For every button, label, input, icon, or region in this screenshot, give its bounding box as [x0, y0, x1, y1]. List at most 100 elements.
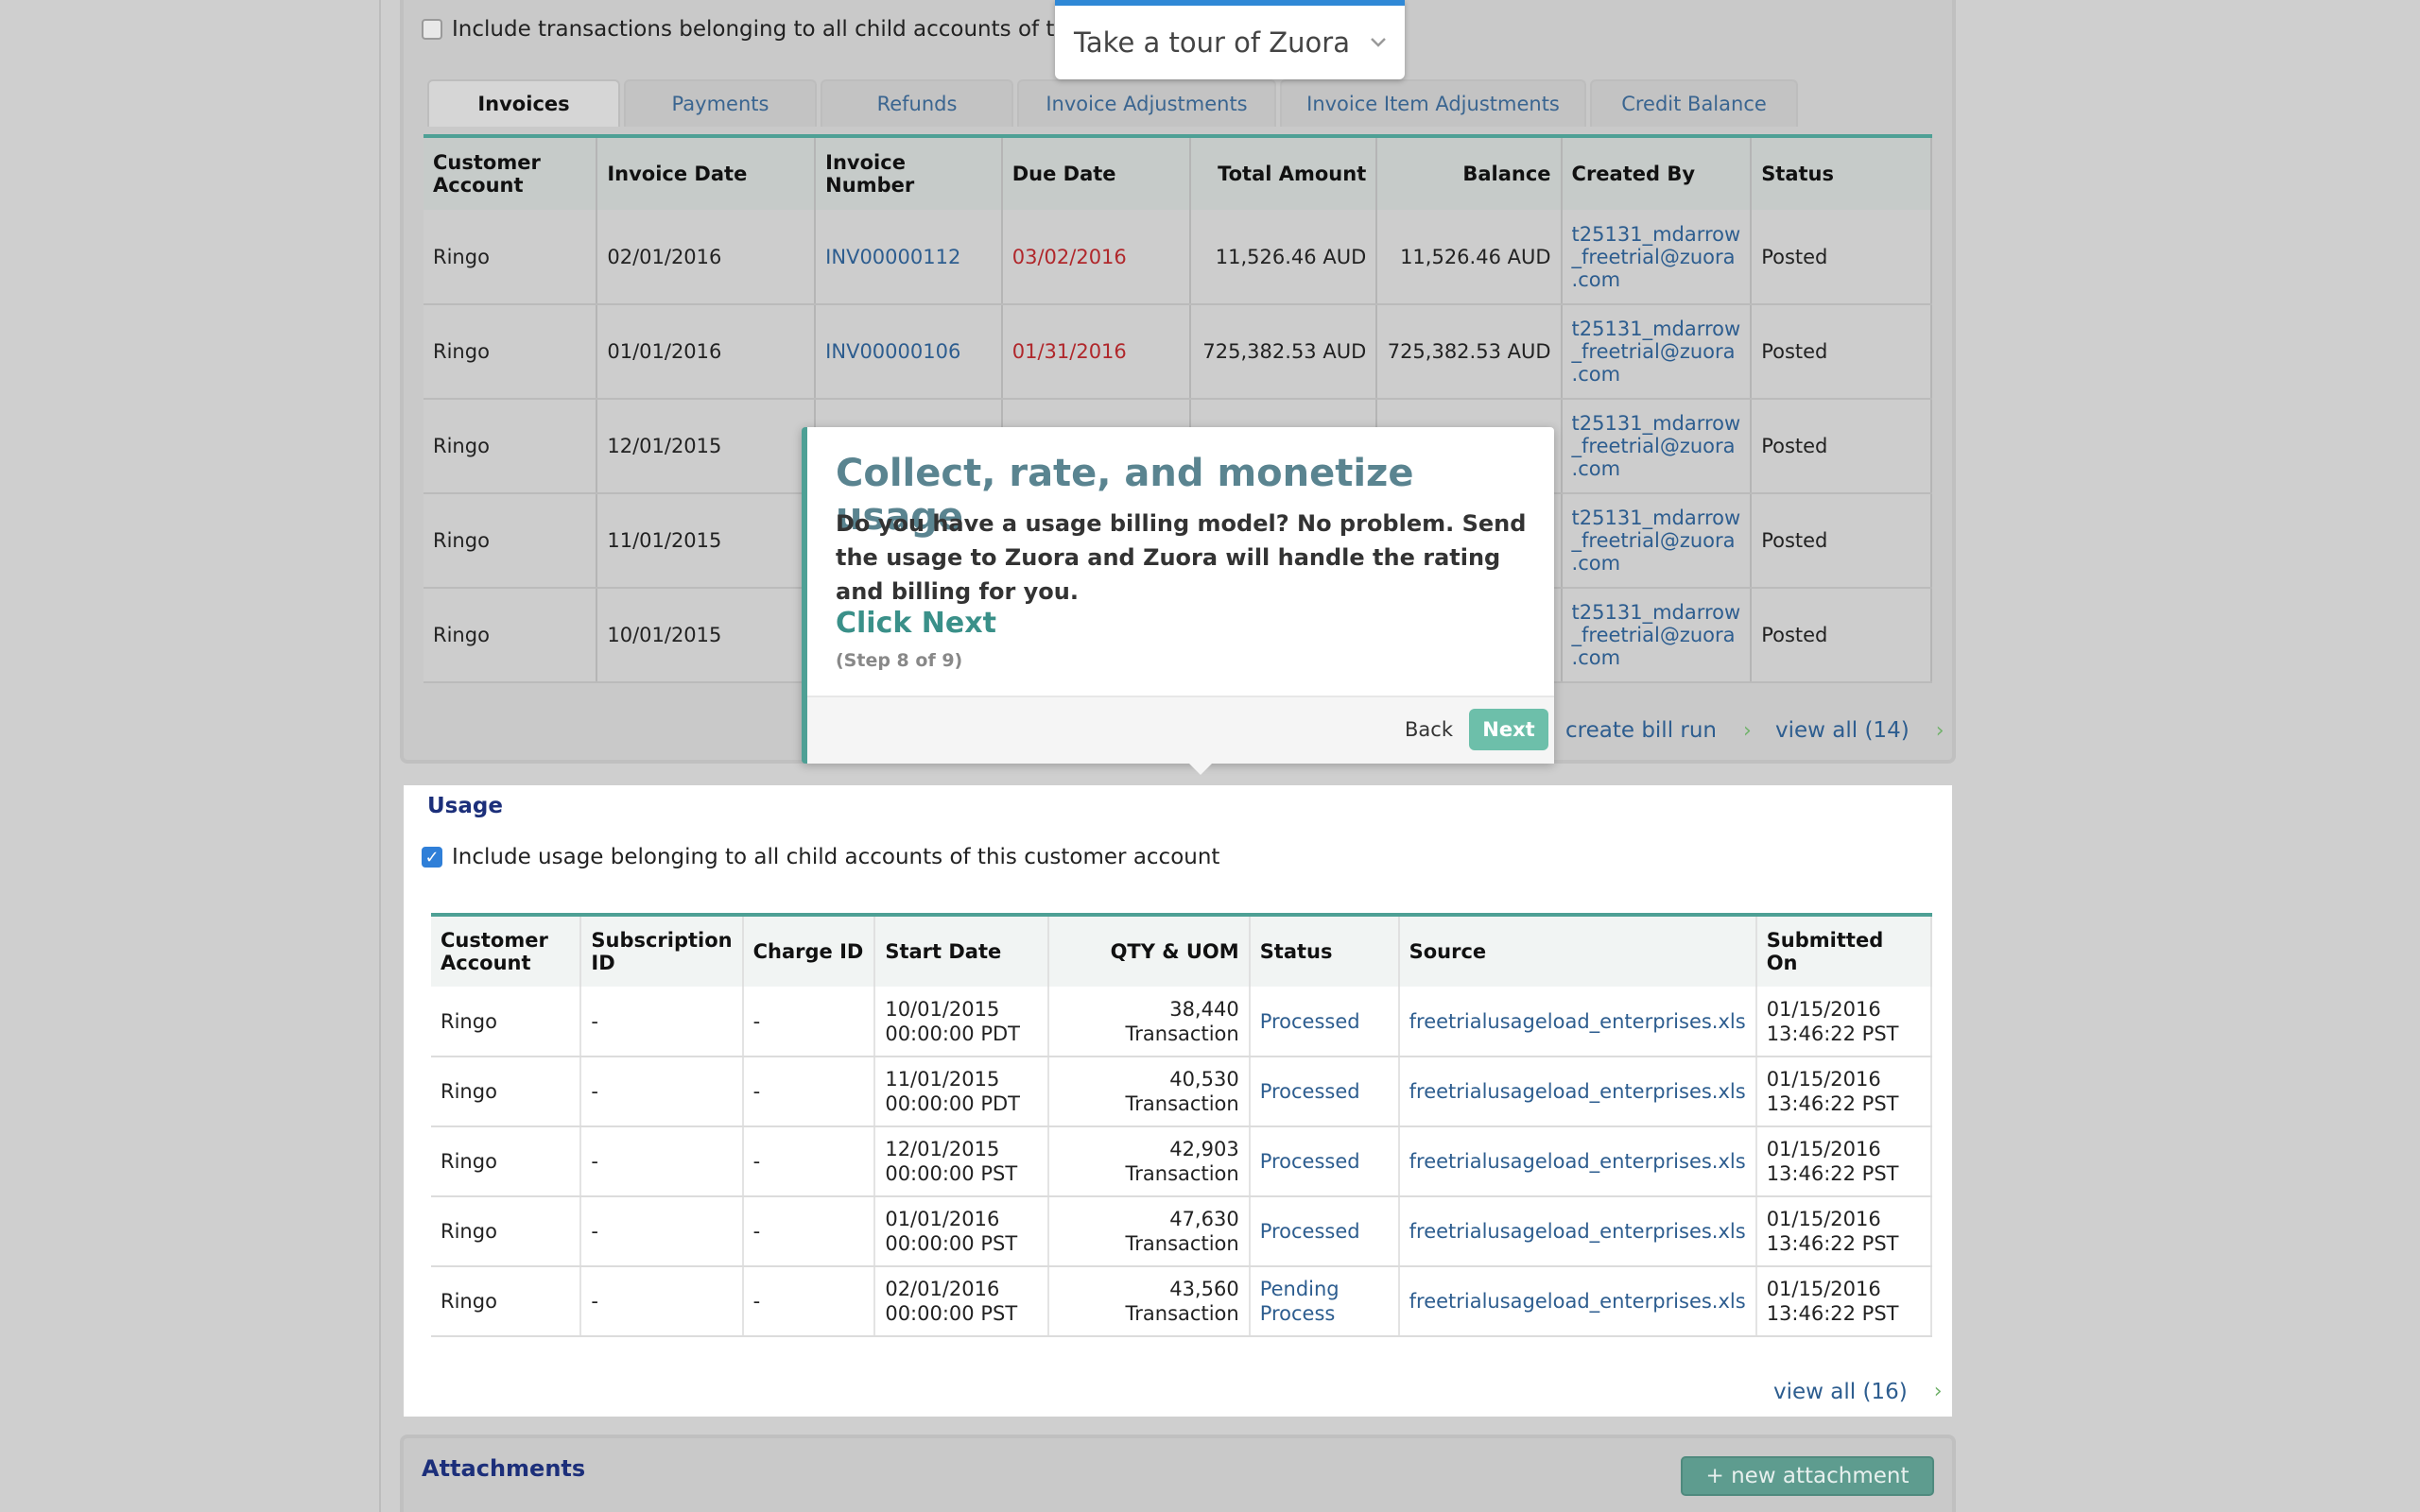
cell-subscription-id: - [580, 1266, 744, 1337]
cell-charge-id: - [742, 1196, 876, 1267]
cell-charge-id: - [742, 1126, 876, 1197]
invoice-number-link[interactable]: INV00000106 [815, 304, 1003, 400]
created-by-link[interactable]: t25131_mdarrow _freetrial@zuora .com [1561, 399, 1753, 494]
col-created-by[interactable]: Created By [1561, 136, 1753, 210]
cell-due-date: 01/31/2016 [1001, 304, 1191, 400]
include-transactions-row: Include transactions belonging to all ch… [422, 17, 1085, 42]
cell-balance: 725,382.53 AUD [1376, 304, 1563, 400]
cell-invoice-date: 01/01/2016 [596, 304, 817, 400]
source-link[interactable]: freetrialusageload_enterprises.xls [1398, 987, 1757, 1057]
usage-table: Customer Account Subscription ID Charge … [431, 913, 1933, 1337]
usage-section-title: Usage [427, 794, 503, 818]
source-link[interactable]: freetrialusageload_enterprises.xls [1398, 1057, 1757, 1127]
view-all-invoices-link[interactable]: view all (14) [1775, 718, 1910, 743]
col-invoice-date[interactable]: Invoice Date [596, 136, 817, 210]
create-bill-run-link-wrap: create bill run › [1565, 718, 1752, 743]
popover-footer: Back Next [807, 696, 1554, 764]
tab-refunds[interactable]: Refunds [821, 79, 1013, 127]
invoice-number-link[interactable]: INV00000112 [815, 210, 1003, 305]
created-by-link[interactable]: t25131_mdarrow _freetrial@zuora .com [1561, 493, 1753, 589]
status-link[interactable]: Processed [1249, 1057, 1400, 1127]
include-transactions-checkbox[interactable] [422, 19, 442, 40]
create-bill-run-link[interactable]: create bill run [1565, 718, 1717, 743]
back-button[interactable]: Back [1405, 718, 1453, 741]
source-link[interactable]: freetrialusageload_enterprises.xls [1398, 1196, 1757, 1267]
cell-start-date: 10/01/2015 00:00:00 PDT [874, 987, 1049, 1057]
col-status[interactable]: Status [1249, 915, 1400, 987]
status-link[interactable]: Processed [1249, 987, 1400, 1057]
cell-account: Ringo [431, 1057, 582, 1127]
cell-account: Ringo [424, 304, 598, 400]
col-submitted-on[interactable]: Submitted On [1755, 915, 1933, 987]
col-balance[interactable]: Balance [1376, 136, 1563, 210]
table-row: Ringo - - 11/01/2015 00:00:00 PDT 40,530… [431, 1057, 1933, 1127]
cell-account: Ringo [431, 1266, 582, 1337]
cell-account: Ringo [424, 588, 598, 683]
tab-credit-balance[interactable]: Credit Balance [1590, 79, 1798, 127]
cell-invoice-date: 10/01/2015 [596, 588, 817, 683]
include-usage-label: Include usage belonging to all child acc… [452, 845, 1220, 869]
col-qty-uom[interactable]: QTY & UOM [1047, 915, 1251, 987]
source-link[interactable]: freetrialusageload_enterprises.xls [1398, 1126, 1757, 1197]
cell-submitted: 01/15/2016 13:46:22 PST [1755, 1196, 1933, 1267]
col-start-date[interactable]: Start Date [874, 915, 1049, 987]
cell-qty: 40,530 Transaction [1047, 1057, 1251, 1127]
popover-body: Do you have a usage billing model? No pr… [836, 510, 1527, 605]
col-invoice-number[interactable]: Invoice Number [815, 136, 1003, 210]
page-left-margin [0, 0, 381, 1512]
col-due-date[interactable]: Due Date [1001, 136, 1191, 210]
cell-account: Ringo [424, 493, 598, 589]
include-usage-checkbox[interactable]: ✓ [422, 847, 442, 868]
tab-invoices[interactable]: Invoices [427, 79, 620, 127]
col-charge-id[interactable]: Charge ID [742, 915, 876, 987]
cell-balance: 11,526.46 AUD [1376, 210, 1563, 305]
status-link[interactable]: Processed [1249, 1196, 1400, 1267]
col-customer-account[interactable]: Customer Account [424, 136, 598, 210]
cell-subscription-id: - [580, 1196, 744, 1267]
view-all-invoices-wrap: view all (14) › [1775, 718, 1945, 743]
cell-submitted: 01/15/2016 13:46:22 PST [1755, 987, 1933, 1057]
created-by-link[interactable]: t25131_mdarrow _freetrial@zuora .com [1561, 304, 1753, 400]
cell-subscription-id: - [580, 1126, 744, 1197]
next-button[interactable]: Next [1469, 709, 1548, 750]
cell-invoice-date: 02/01/2016 [596, 210, 817, 305]
view-all-usage-link[interactable]: view all (16) [1773, 1380, 1908, 1404]
tour-dropdown[interactable]: Take a tour of Zuora [1055, 0, 1405, 79]
col-subscription-id[interactable]: Subscription ID [580, 915, 744, 987]
attachments-title: Attachments [422, 1455, 586, 1482]
tab-payments[interactable]: Payments [624, 79, 817, 127]
status-link[interactable]: Processed [1249, 1126, 1400, 1197]
tab-invoice-item-adjustments[interactable]: Invoice Item Adjustments [1280, 79, 1586, 127]
cell-qty: 42,903 Transaction [1047, 1126, 1251, 1197]
cell-invoice-date: 11/01/2015 [596, 493, 817, 589]
chevron-right-icon: › [1933, 1380, 1943, 1403]
col-status[interactable]: Status [1751, 136, 1932, 210]
cell-qty: 38,440 Transaction [1047, 987, 1251, 1057]
cell-account: Ringo [424, 399, 598, 494]
popover-arrow [1185, 760, 1216, 775]
col-customer-account[interactable]: Customer Account [431, 915, 582, 987]
chevron-right-icon: › [1743, 718, 1752, 743]
created-by-link[interactable]: t25131_mdarrow _freetrial@zuora .com [1561, 588, 1753, 683]
cell-status: Posted [1751, 493, 1932, 589]
cell-status: Posted [1751, 304, 1932, 400]
cell-status: Posted [1751, 588, 1932, 683]
new-attachment-button[interactable]: + new attachment [1681, 1456, 1934, 1496]
col-source[interactable]: Source [1398, 915, 1757, 987]
cell-account: Ringo [424, 210, 598, 305]
tour-dropdown-label: Take a tour of Zuora [1074, 26, 1350, 59]
cell-status: Posted [1751, 399, 1932, 494]
col-total-amount[interactable]: Total Amount [1189, 136, 1378, 210]
chevron-down-icon [1371, 38, 1386, 47]
cell-due-date: 03/02/2016 [1001, 210, 1191, 305]
cell-total: 725,382.53 AUD [1189, 304, 1378, 400]
source-link[interactable]: freetrialusageload_enterprises.xls [1398, 1266, 1757, 1337]
popover-step-counter: (Step 8 of 9) [836, 650, 963, 671]
invoices-header-row: Customer Account Invoice Date Invoice Nu… [424, 136, 1932, 210]
created-by-link[interactable]: t25131_mdarrow _freetrial@zuora .com [1561, 210, 1753, 305]
include-usage-row: ✓ Include usage belonging to all child a… [422, 845, 1219, 869]
status-link[interactable]: Pending Process [1249, 1266, 1400, 1337]
tab-invoice-adjustments[interactable]: Invoice Adjustments [1017, 79, 1276, 127]
cell-submitted: 01/15/2016 13:46:22 PST [1755, 1057, 1933, 1127]
cell-subscription-id: - [580, 1057, 744, 1127]
